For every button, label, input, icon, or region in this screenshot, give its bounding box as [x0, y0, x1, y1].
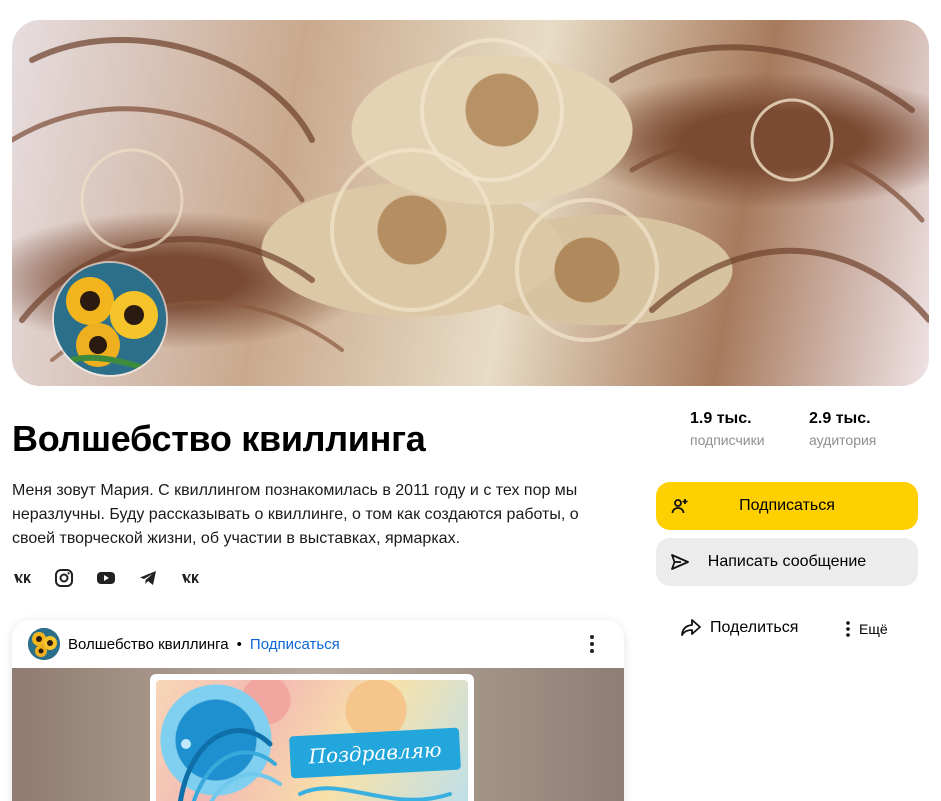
post-separator: • — [236, 635, 242, 653]
share-label: Поделиться — [710, 619, 799, 636]
vk-icon[interactable] — [12, 568, 32, 588]
share-arrow-icon — [681, 619, 701, 636]
share-button[interactable]: Поделиться — [680, 618, 798, 638]
send-message-label: Написать сообщение — [707, 553, 867, 570]
more-vertical-icon — [846, 621, 850, 637]
post-channel-avatar[interactable] — [28, 628, 60, 660]
instagram-icon[interactable] — [54, 568, 74, 588]
more-label: Ещё — [859, 621, 888, 637]
youtube-icon[interactable] — [96, 568, 116, 588]
post-subscribe-link[interactable]: Подписаться — [250, 636, 340, 653]
more-button[interactable]: Ещё — [845, 620, 888, 638]
audience-stat: 2.9 тыс. аудитория — [809, 410, 876, 448]
subscribe-button[interactable]: Подписаться — [656, 482, 918, 530]
channel-title: Волшебство квиллинга — [12, 418, 426, 459]
subscribe-button-label: Подписаться — [739, 497, 835, 514]
postcard-photo: Поздравляю — [150, 674, 474, 801]
vk-icon[interactable] — [180, 568, 200, 588]
postcard-caption: Поздравляю — [289, 727, 461, 779]
send-message-button[interactable]: Написать сообщение — [656, 538, 918, 586]
telegram-icon[interactable] — [138, 568, 158, 588]
social-links — [12, 568, 200, 588]
post-image[interactable]: Поздравляю — [12, 668, 624, 801]
post-channel-name[interactable]: Волшебство квиллинга — [68, 636, 229, 653]
post-header: Волшебство квиллинга • Подписаться — [28, 628, 340, 660]
send-icon — [670, 552, 690, 572]
post-menu-icon[interactable] — [584, 632, 600, 656]
post-card[interactable]: Волшебство квиллинга • Подписаться Поздр… — [12, 620, 624, 801]
channel-banner — [12, 20, 929, 386]
channel-description: Меня зовут Мария. С квиллингом познакоми… — [12, 482, 579, 547]
channel-avatar[interactable] — [54, 263, 166, 375]
subscribers-stat: 1.9 тыс. подписчики — [690, 410, 765, 448]
add-user-icon — [670, 496, 690, 516]
audience-label: аудитория — [809, 432, 877, 448]
audience-count: 2.9 тыс. — [809, 410, 871, 427]
subscribers-label: подписчики — [690, 432, 765, 448]
subscribers-count: 1.9 тыс. — [690, 410, 752, 427]
